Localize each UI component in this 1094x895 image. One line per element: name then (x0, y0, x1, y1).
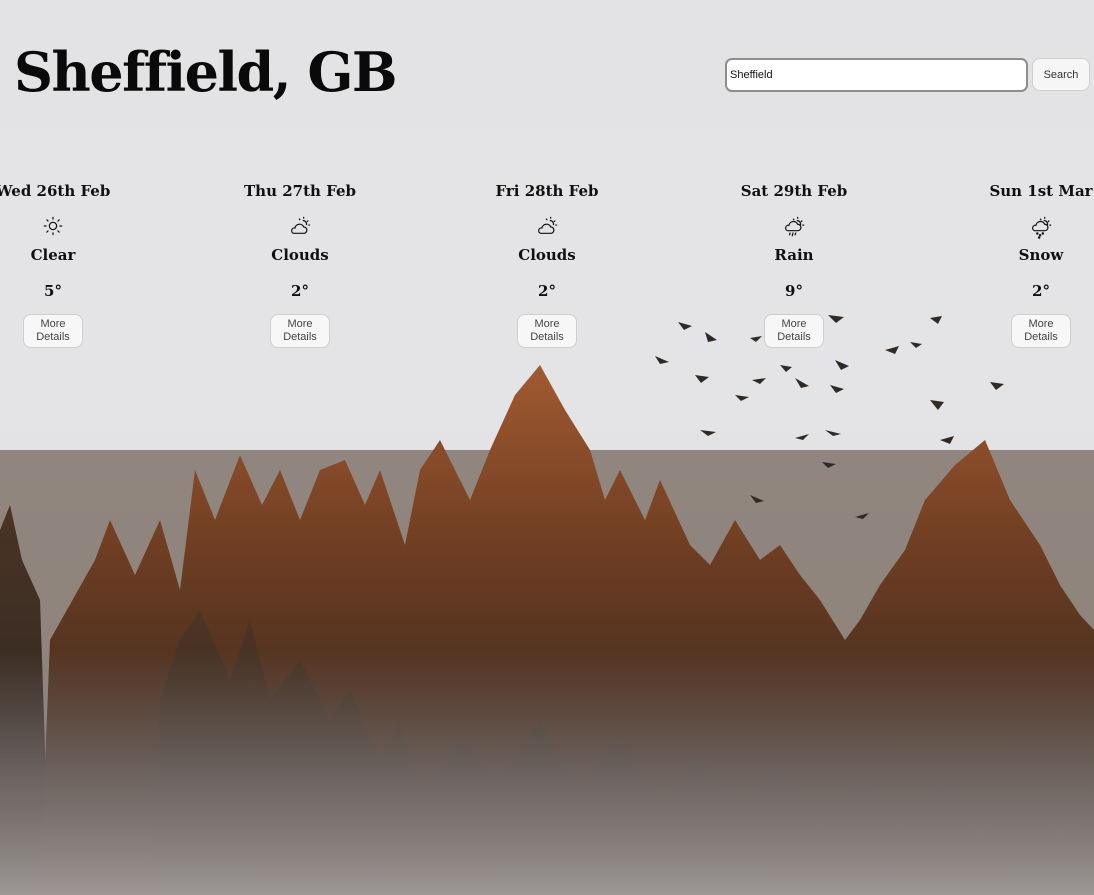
condition-label: Clouds (271, 246, 329, 264)
more-details-button[interactable]: More Details (764, 314, 824, 348)
condition-label: Clouds (518, 246, 576, 264)
temperature: 2° (291, 282, 309, 300)
forecast-day: Fri 28th Feb Clouds 2° More Details (482, 180, 612, 348)
condition-label: Rain (774, 246, 814, 264)
day-name: Fri 28th Feb (495, 182, 599, 200)
more-details-button[interactable]: More Details (517, 314, 577, 348)
rain-sun-icon (729, 215, 859, 239)
forecast-row: Wed 26th Feb Clear 5° More Details Thu 2… (0, 0, 1094, 380)
day-name: Wed 26th Feb (0, 182, 111, 200)
forecast-day: Sat 29th Feb Rain 9° More Details (729, 180, 859, 348)
more-details-button[interactable]: More Details (1011, 314, 1071, 348)
temperature: 9° (785, 282, 803, 300)
more-details-button[interactable]: More Details (23, 314, 83, 348)
sun-icon (0, 215, 118, 239)
day-name: Sat 29th Feb (740, 182, 848, 200)
temperature: 2° (538, 282, 556, 300)
snow-sun-icon (976, 215, 1094, 239)
temperature: 2° (1032, 282, 1050, 300)
day-name: Sun 1st Mar (989, 182, 1093, 200)
forecast-day: Thu 27th Feb Clouds 2° More Details (235, 180, 365, 348)
more-details-button[interactable]: More Details (270, 314, 330, 348)
day-name: Thu 27th Feb (244, 182, 356, 200)
temperature: 5° (44, 282, 62, 300)
cloud-sun-icon (482, 215, 612, 239)
forecast-day: Wed 26th Feb Clear 5° More Details (0, 180, 118, 348)
condition-label: Clear (30, 246, 76, 264)
forecast-day: Sun 1st Mar Snow 2° More Details (976, 180, 1094, 348)
condition-label: Snow (1018, 246, 1064, 264)
cloud-sun-icon (235, 215, 365, 239)
